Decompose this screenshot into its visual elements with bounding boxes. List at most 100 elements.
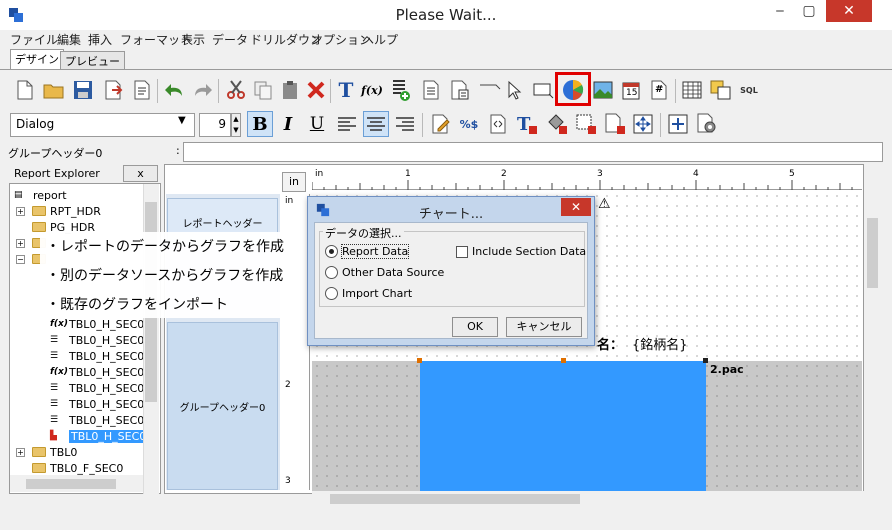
font-size-input[interactable]: 9 bbox=[199, 113, 231, 137]
tab-design[interactable]: デザイン bbox=[10, 49, 64, 69]
font-family-select[interactable]: Dialog bbox=[10, 113, 195, 137]
radio-report-data[interactable]: Report Data bbox=[325, 244, 410, 259]
section-group-header[interactable]: グループヘッダー0 bbox=[167, 322, 278, 490]
undo-icon[interactable] bbox=[164, 79, 186, 101]
tab-strip: デザイン プレビュー bbox=[0, 49, 892, 69]
tab-preview[interactable]: プレビュー bbox=[60, 51, 125, 69]
sql-icon[interactable]: SQL bbox=[738, 79, 760, 101]
expand-icon[interactable]: + bbox=[16, 207, 25, 216]
tree-item-field[interactable]: f(x) TBL0_H_SEC0 bbox=[50, 364, 144, 380]
delete-icon[interactable] bbox=[305, 79, 327, 101]
property-value-input[interactable] bbox=[183, 142, 883, 162]
explorer-hscroll-thumb[interactable] bbox=[26, 479, 116, 489]
cut-icon[interactable] bbox=[225, 79, 247, 101]
tree-item-field[interactable]: ☰ TBL0_H_SEC0 bbox=[50, 412, 144, 428]
subreport-icon[interactable] bbox=[420, 79, 442, 101]
design-hscroll-thumb[interactable] bbox=[330, 494, 580, 504]
cancel-button[interactable]: キャンセル bbox=[506, 317, 582, 337]
field-value-text[interactable]: {銘柄名} bbox=[632, 334, 688, 353]
section-format-icon[interactable] bbox=[604, 113, 626, 135]
resize-handle[interactable] bbox=[703, 358, 708, 363]
pie-chart-icon[interactable] bbox=[562, 79, 584, 101]
date-field-icon[interactable]: 15 bbox=[620, 79, 642, 101]
tree-item-field[interactable]: f(x) TBL0_H_SEC0 bbox=[50, 316, 144, 332]
chart-object[interactable] bbox=[420, 361, 706, 491]
paste-icon[interactable] bbox=[279, 79, 301, 101]
close-window-button[interactable]: ✕ bbox=[826, 0, 872, 22]
checkbox-icon[interactable] bbox=[456, 245, 468, 258]
image-icon[interactable] bbox=[592, 79, 614, 101]
tree-item-field[interactable]: ☰ TBL0_H_SEC0 bbox=[50, 380, 144, 396]
tree-item-chart[interactable]: ▙ TBL0_H_SEC0 bbox=[50, 428, 149, 444]
align-center-icon[interactable] bbox=[363, 111, 389, 137]
tree-item-field[interactable]: ☰ TBL0_H_SEC0 bbox=[50, 396, 144, 412]
radio-other-data-source[interactable]: Other Data Source bbox=[325, 266, 444, 279]
collapse-icon[interactable]: − bbox=[16, 255, 25, 264]
page-setup-icon[interactable] bbox=[131, 79, 153, 101]
formula-tool-icon[interactable]: f(x) bbox=[361, 79, 383, 101]
redo-icon[interactable] bbox=[191, 79, 213, 101]
ok-button[interactable]: OK bbox=[452, 317, 498, 337]
resize-handle[interactable] bbox=[561, 358, 566, 363]
field-icon: ☰ bbox=[50, 399, 59, 409]
tree-item-field[interactable]: ☰ TBL0_H_SEC0 bbox=[50, 332, 144, 348]
resize-handle[interactable] bbox=[417, 358, 422, 363]
copy-icon[interactable] bbox=[252, 79, 274, 101]
window-title: Please Wait... bbox=[395, 6, 497, 24]
tree-item-report[interactable]: ▤ report bbox=[14, 187, 67, 203]
italic-button[interactable]: I bbox=[277, 113, 299, 135]
radio-selected-icon[interactable] bbox=[325, 245, 338, 258]
insert-field-icon[interactable] bbox=[390, 79, 412, 101]
fill-color-icon[interactable] bbox=[546, 113, 568, 135]
menu-file[interactable]: ファイル bbox=[10, 31, 58, 48]
export-icon[interactable] bbox=[102, 79, 124, 101]
ruler-unit-button[interactable]: in bbox=[282, 172, 306, 192]
minimize-button[interactable]: ‒ bbox=[766, 0, 794, 22]
text-color-icon[interactable]: T bbox=[516, 113, 538, 135]
page-number-icon[interactable]: # bbox=[648, 79, 670, 101]
align-objects-icon[interactable] bbox=[667, 113, 689, 135]
bold-button[interactable]: B bbox=[247, 111, 273, 137]
expand-icon[interactable]: + bbox=[16, 239, 25, 248]
chevron-down-icon[interactable]: ▼ bbox=[178, 115, 186, 126]
settings-gear-icon[interactable] bbox=[696, 113, 718, 135]
field-format-icon[interactable] bbox=[488, 113, 510, 135]
menu-edit[interactable]: 編集 bbox=[57, 31, 81, 48]
radio-import-chart[interactable]: Import Chart bbox=[325, 287, 412, 300]
edit-text-icon[interactable] bbox=[430, 113, 452, 135]
tree-item-rpt-hdr[interactable]: RPT_HDR bbox=[32, 203, 101, 219]
tree-item-tbl0-f-sec0[interactable]: TBL0_F_SEC0 bbox=[32, 460, 123, 476]
expand-icon[interactable]: + bbox=[16, 448, 25, 457]
design-vscroll-thumb[interactable] bbox=[867, 218, 878, 288]
pointer-icon[interactable] bbox=[503, 79, 525, 101]
table-icon[interactable] bbox=[681, 79, 703, 101]
rectangle-tool-icon[interactable] bbox=[532, 79, 554, 101]
underline-button[interactable]: U bbox=[306, 113, 328, 135]
maximize-button[interactable]: ▢ bbox=[795, 0, 823, 22]
tree-item-tbl0[interactable]: TBL0 bbox=[32, 444, 77, 460]
radio-unselected-icon[interactable] bbox=[325, 287, 338, 300]
sub-document-icon[interactable] bbox=[449, 79, 471, 101]
move-icon[interactable] bbox=[632, 113, 654, 135]
menu-insert[interactable]: 挿入 bbox=[88, 31, 112, 48]
menu-data[interactable]: データ bbox=[212, 31, 248, 48]
new-file-icon[interactable] bbox=[14, 79, 36, 101]
menu-view[interactable]: 表示 bbox=[181, 31, 205, 48]
menu-help[interactable]: ヘルプ bbox=[362, 31, 398, 48]
font-size-stepper[interactable]: ▲ ▼ bbox=[231, 113, 241, 137]
dialog-close-button[interactable]: ✕ bbox=[561, 198, 591, 216]
radio-unselected-icon[interactable] bbox=[325, 266, 338, 279]
crosstab-icon[interactable] bbox=[710, 79, 732, 101]
save-icon[interactable] bbox=[72, 79, 94, 101]
align-right-icon[interactable] bbox=[394, 113, 416, 135]
align-left-icon[interactable] bbox=[336, 113, 358, 135]
explorer-close-button[interactable]: x bbox=[123, 165, 158, 182]
border-icon[interactable] bbox=[575, 113, 597, 135]
tree-item-field[interactable]: ☰ TBL0_H_SEC0 bbox=[50, 348, 144, 364]
field-label-text[interactable]: 名： bbox=[597, 334, 623, 353]
include-section-checkbox[interactable]: Include Section Data bbox=[456, 245, 586, 258]
number-format-icon[interactable]: %$ bbox=[458, 113, 480, 135]
text-tool-icon[interactable]: T bbox=[335, 78, 357, 102]
open-folder-icon[interactable] bbox=[43, 79, 65, 101]
line-tool-icon[interactable] bbox=[479, 79, 501, 101]
